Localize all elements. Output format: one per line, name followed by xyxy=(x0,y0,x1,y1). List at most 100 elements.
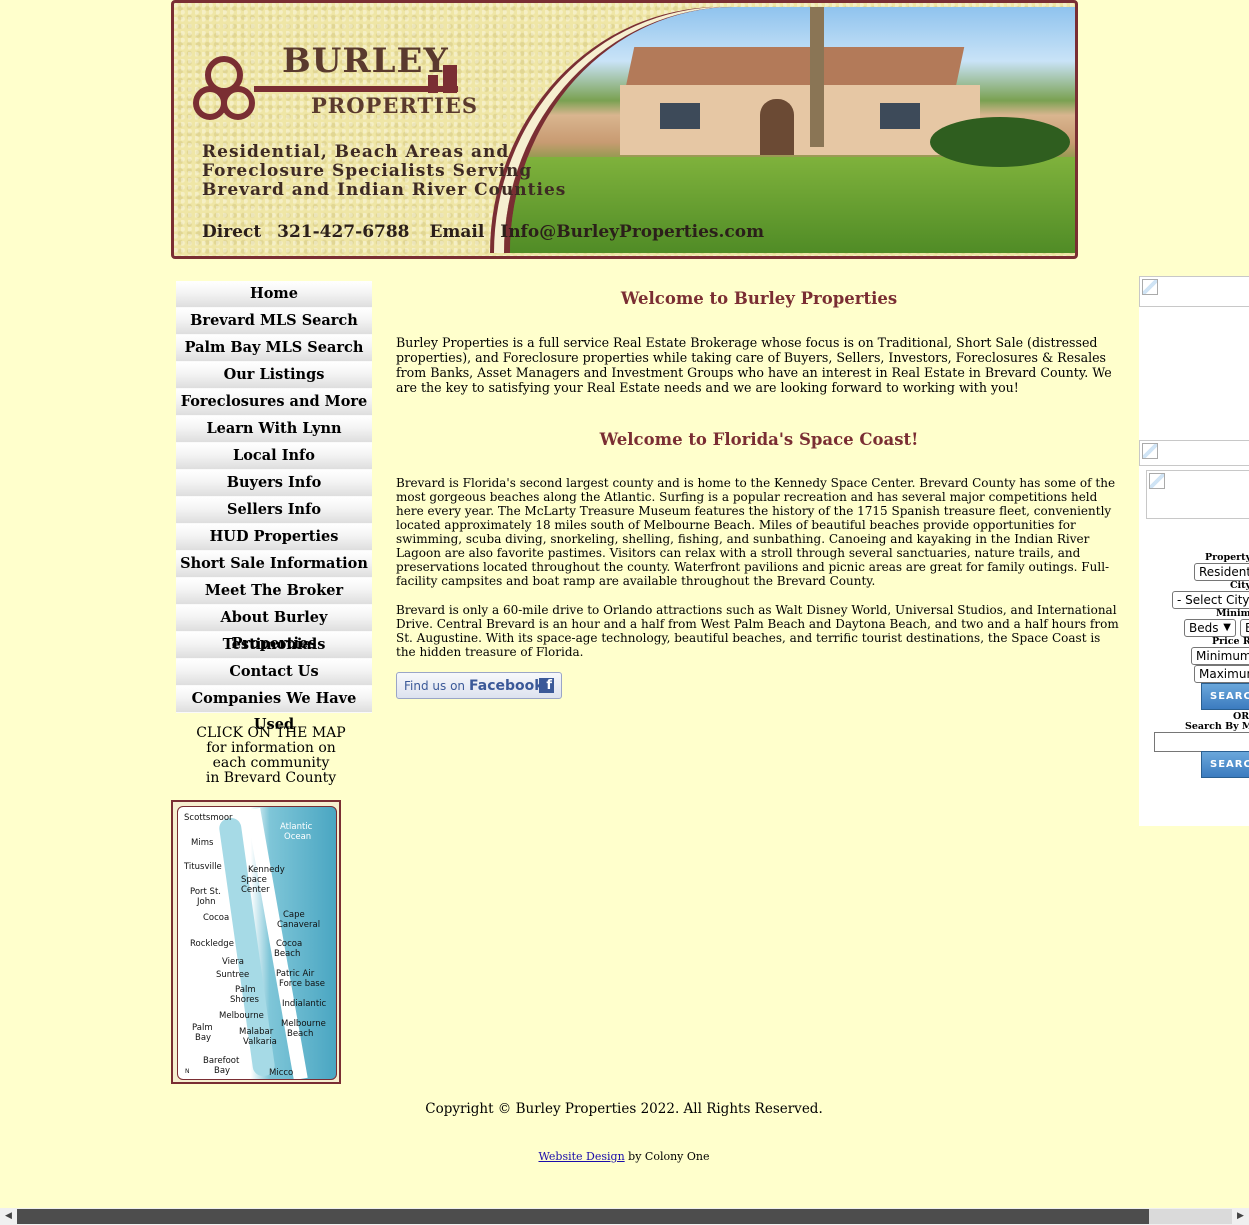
map-label[interactable]: Cape xyxy=(283,911,305,920)
direct-label: Direct xyxy=(202,222,262,242)
facebook-icon: f xyxy=(539,678,554,693)
map-label[interactable]: Cocoa xyxy=(203,914,229,923)
email-address: Info@BurleyProperties.com xyxy=(500,222,765,242)
space-coast-heading: Welcome to Florida's Space Coast! xyxy=(599,430,919,449)
website-design-link[interactable]: Website Design xyxy=(538,1150,624,1163)
map-label[interactable]: Melbourne xyxy=(219,1012,264,1021)
property-type-label: Property T xyxy=(1205,552,1249,563)
intro-paragraph: Burley Properties is a full service Real… xyxy=(396,335,1112,395)
nav-testimonials[interactable]: Testimonials xyxy=(176,632,372,659)
orlando-paragraph: Brevard is only a 60-mile drive to Orlan… xyxy=(396,603,1119,659)
map-label[interactable]: Bay xyxy=(214,1067,230,1076)
banner-tagline: Residential, Beach Areas and Foreclosure… xyxy=(202,143,582,200)
nav-hud-properties[interactable]: HUD Properties xyxy=(176,524,372,551)
nav-short-sale-information[interactable]: Short Sale Information xyxy=(176,551,372,578)
chevron-down-icon: ▼ xyxy=(1223,622,1231,633)
map-label[interactable]: Center xyxy=(241,886,270,895)
scroll-right-icon[interactable]: ▶ xyxy=(1232,1208,1249,1225)
map-label: Ocean xyxy=(284,832,312,842)
map-label[interactable]: Space xyxy=(241,876,267,885)
facebook-prefix: Find us on xyxy=(404,679,466,693)
city-select[interactable]: - Select City - xyxy=(1172,591,1249,609)
nav-contact-us[interactable]: Contact Us xyxy=(176,659,372,686)
map-caption-line: in Brevard County xyxy=(205,770,337,786)
tagline-line: Residential, Beach Areas and xyxy=(202,142,510,162)
facebook-word: Facebook xyxy=(469,678,544,694)
facebook-button[interactable]: Find us on Facebook f xyxy=(396,672,562,699)
property-search-panel: Property T Residenti City - Select City … xyxy=(1139,276,1249,826)
search-button[interactable]: SEARCH xyxy=(1201,683,1249,710)
map-label[interactable]: Cocoa xyxy=(276,940,302,949)
map-label[interactable]: Viera xyxy=(222,958,244,967)
map-label[interactable]: John xyxy=(197,898,215,907)
broken-image-icon xyxy=(1139,440,1249,466)
nav-local-info[interactable]: Local Info xyxy=(176,443,372,470)
map-label[interactable]: Indialantic xyxy=(282,1000,326,1009)
brevard-county-map[interactable]: Scottsmoor Atlantic Ocean Mims Titusvill… xyxy=(171,800,341,1084)
welcome-heading: Welcome to Burley Properties xyxy=(620,289,898,308)
map-caption: CLICK ON THE MAP for information on each… xyxy=(176,726,366,786)
copyright: Copyright © Burley Properties 2022. All … xyxy=(425,1101,823,1117)
nav-about-burley-properties[interactable]: About Burley Properties xyxy=(176,605,372,652)
header-banner: BURLEY PROPERTIES Residential, Beach Are… xyxy=(171,0,1078,259)
map-label[interactable]: Suntree xyxy=(216,971,249,980)
map-label[interactable]: Kennedy xyxy=(248,866,285,875)
map-label[interactable]: Bay xyxy=(195,1034,211,1043)
scrollbar-thumb[interactable] xyxy=(17,1209,1149,1224)
map-caption-line: CLICK ON THE MAP xyxy=(196,725,346,741)
map-label[interactable]: Port St. xyxy=(190,888,221,897)
price-range-label: Price Ra xyxy=(1212,636,1249,647)
brand-name-line2: PROPERTIES xyxy=(311,93,479,118)
main-content: Welcome to Burley Properties Burley Prop… xyxy=(396,280,1122,699)
map-caption-line: each community xyxy=(212,755,330,771)
map-label[interactable]: Valkaria xyxy=(243,1038,277,1047)
nav-brevard-mls-search[interactable]: Brevard MLS Search xyxy=(176,308,372,335)
tagline-line: Brevard and Indian River Counties xyxy=(202,180,567,200)
nav-buyers-info[interactable]: Buyers Info xyxy=(176,470,372,497)
nav-learn-with-lynn[interactable]: Learn With Lynn xyxy=(176,416,372,443)
max-price-select[interactable]: Maximum xyxy=(1194,665,1249,683)
map-label[interactable]: Micco xyxy=(269,1069,293,1078)
beds-value: Beds xyxy=(1189,621,1219,635)
email-label: Email xyxy=(429,222,485,242)
baths-select[interactable]: B xyxy=(1240,619,1249,637)
map-label[interactable]: Titusville xyxy=(184,863,222,872)
map-label[interactable]: Beach xyxy=(274,950,300,959)
map-label[interactable]: Rockledge xyxy=(190,940,234,949)
min-price-select[interactable]: Minimum xyxy=(1191,647,1249,665)
horizontal-scrollbar[interactable]: ◀ ▶ xyxy=(0,1208,1249,1225)
nav-meet-the-broker[interactable]: Meet The Broker xyxy=(176,578,372,605)
map-label[interactable]: Barefoot xyxy=(203,1057,239,1066)
property-type-select[interactable]: Residenti xyxy=(1194,563,1249,581)
map-label[interactable]: Beach xyxy=(287,1030,313,1039)
nav-companies-we-have-used[interactable]: Companies We Have Used xyxy=(176,686,372,733)
mls-search-button[interactable]: SEARCH xyxy=(1201,751,1249,778)
nav-palm-bay-mls-search[interactable]: Palm Bay MLS Search xyxy=(176,335,372,362)
map-label[interactable]: Shores xyxy=(230,996,259,1005)
map-label[interactable]: Palm xyxy=(235,986,256,995)
broken-image-icon xyxy=(1146,470,1249,519)
beds-select[interactable]: Beds ▼ xyxy=(1184,619,1236,637)
mls-number-input[interactable] xyxy=(1154,732,1249,752)
map-caption-line: for information on xyxy=(206,740,336,756)
map-label[interactable]: Force base xyxy=(279,980,325,989)
nav-our-listings[interactable]: Our Listings xyxy=(176,362,372,389)
map-label[interactable]: Patric Air xyxy=(276,970,314,979)
scroll-left-icon[interactable]: ◀ xyxy=(0,1208,17,1225)
map-label[interactable]: Palm xyxy=(192,1024,213,1033)
brand-name-line1: BURLEY xyxy=(282,41,449,81)
map-label[interactable]: Mims xyxy=(191,839,213,848)
map-label[interactable]: Melbourne xyxy=(281,1020,326,1029)
brevard-paragraph: Brevard is Florida's second largest coun… xyxy=(396,476,1116,588)
map-image[interactable]: Scottsmoor Atlantic Ocean Mims Titusvill… xyxy=(177,806,337,1080)
mls-search-label: Search By ML xyxy=(1185,721,1249,732)
nav-home[interactable]: Home xyxy=(176,281,372,308)
nav-foreclosures[interactable]: Foreclosures and More xyxy=(176,389,372,416)
minimum-label: Minimu xyxy=(1216,608,1249,619)
map-label[interactable]: Canaveral xyxy=(277,921,320,930)
house-photo xyxy=(504,7,1075,253)
map-label[interactable]: Malabar xyxy=(239,1028,273,1037)
banner-contact: Direct 321-427-6788 Email Info@BurleyPro… xyxy=(202,222,774,242)
map-label[interactable]: Scottsmoor xyxy=(184,814,233,823)
nav-sellers-info[interactable]: Sellers Info xyxy=(176,497,372,524)
